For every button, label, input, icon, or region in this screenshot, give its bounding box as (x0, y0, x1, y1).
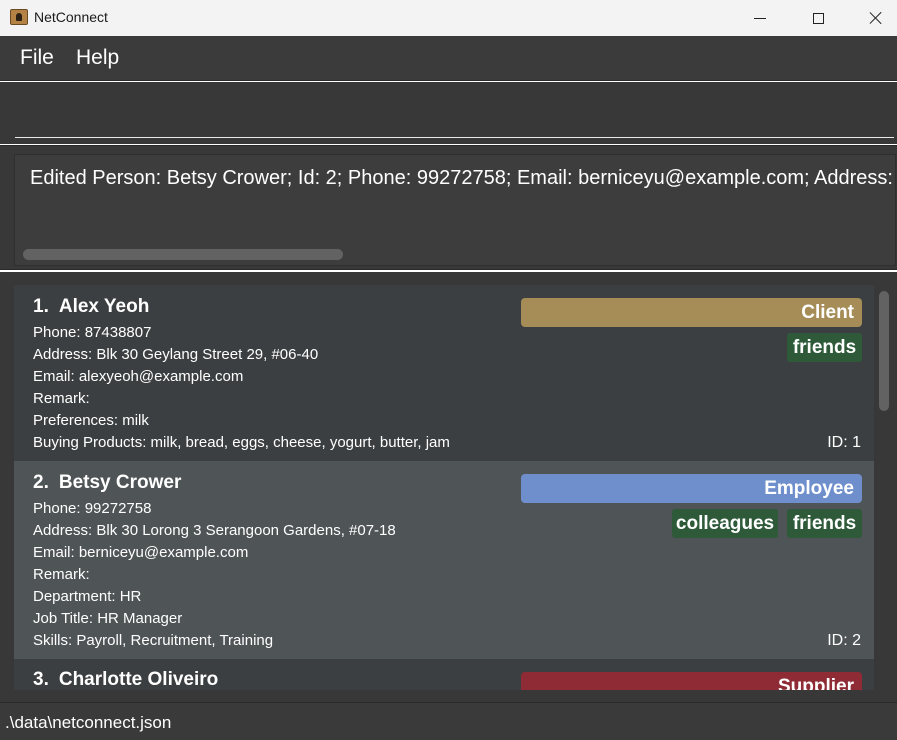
person-index: 1. (33, 296, 49, 317)
person-department: Department: HR (33, 588, 142, 605)
horizontal-scrollbar[interactable] (23, 249, 343, 260)
data-file-path: .\data\netconnect.json (5, 713, 172, 732)
person-name: 1. Alex Yeoh (33, 296, 149, 318)
minimize-icon (754, 17, 766, 19)
person-name-text: Charlotte Oliveiro (58, 669, 219, 690)
person-preferences: Preferences: milk (33, 412, 149, 429)
status-bar: .\data\netconnect.json (0, 702, 897, 740)
window-title: NetConnect (34, 9, 108, 25)
person-list: 1. Alex Yeoh Phone: 87438807 Address: Blk… (14, 285, 874, 690)
person-name: 3. Charlotte Oliveiro (33, 669, 218, 690)
person-index: 3. (33, 669, 49, 690)
person-buying-products: Buying Products: milk, bread, eggs, chee… (33, 434, 450, 451)
minimize-button[interactable] (737, 0, 783, 36)
person-remark: Remark: (33, 390, 90, 407)
result-text-area[interactable]: Edited Person: Betsy Crower; Id: 2; Phon… (14, 154, 896, 266)
role-badge: Supplier (521, 672, 862, 690)
result-message: Edited Person: Betsy Crower; Id: 2; Phon… (30, 167, 895, 189)
person-id: ID: 2 (827, 632, 861, 649)
command-box (0, 82, 897, 144)
menu-help[interactable]: Help (76, 46, 119, 70)
menu-bar: File Help (0, 36, 897, 81)
result-display: Edited Person: Betsy Crower; Id: 2; Phon… (0, 145, 897, 270)
person-job-title: Job Title: HR Manager (33, 610, 183, 627)
maximize-button[interactable] (795, 0, 841, 36)
role-badge: Client (521, 298, 862, 327)
person-name-text: Alex Yeoh (58, 296, 150, 317)
close-button[interactable] (853, 0, 897, 36)
role-badge: Employee (521, 474, 862, 503)
person-address: Address: Blk 30 Geylang Street 29, #06-4… (33, 346, 319, 363)
tag-colleagues: colleagues (672, 509, 778, 538)
app-icon (10, 9, 28, 25)
close-icon (869, 11, 883, 25)
person-phone: Phone: 99272758 (33, 500, 152, 517)
person-phone: Phone: 87438807 (33, 324, 152, 341)
vertical-scrollbar[interactable] (876, 289, 890, 692)
person-name: 2. Betsy Crower (33, 472, 181, 494)
tag-friends: friends (787, 509, 862, 538)
maximize-icon (812, 12, 824, 24)
person-index: 2. (33, 472, 49, 493)
vertical-scrollbar-thumb[interactable] (879, 291, 889, 411)
person-card[interactable]: 3. Charlotte Oliveiro Supplier (14, 659, 874, 690)
person-name-text: Betsy Crower (58, 472, 182, 493)
person-email: Email: berniceyu@example.com (33, 544, 249, 561)
person-remark: Remark: (33, 566, 90, 583)
person-card[interactable]: 2. Betsy Crower Phone: 99272758 Address: … (14, 461, 874, 659)
person-id: ID: 1 (827, 434, 861, 451)
person-skills: Skills: Payroll, Recruitment, Training (33, 632, 274, 649)
title-bar: NetConnect (0, 0, 897, 36)
command-input[interactable] (15, 92, 894, 138)
person-list-panel: 1. Alex Yeoh Phone: 87438807 Address: Blk… (0, 272, 897, 702)
person-email: Email: alexyeoh@example.com (33, 368, 244, 385)
person-address: Address: Blk 30 Lorong 3 Serangoon Garde… (33, 522, 396, 539)
person-card[interactable]: 1. Alex Yeoh Phone: 87438807 Address: Blk… (14, 285, 874, 461)
tag-friends: friends (787, 333, 862, 362)
menu-file[interactable]: File (20, 46, 54, 70)
